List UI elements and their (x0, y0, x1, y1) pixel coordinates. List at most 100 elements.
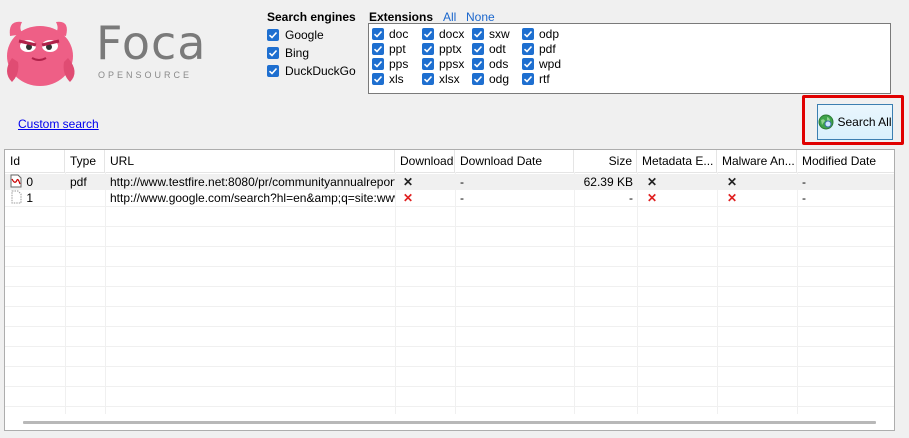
checkbox[interactable] (422, 57, 434, 70)
ext-label: docx (439, 26, 465, 41)
ext-label: ods (489, 56, 509, 71)
row-type (65, 190, 105, 206)
checkbox[interactable] (372, 42, 384, 55)
extensions-all-link[interactable]: All (443, 10, 456, 24)
ext-label: xlsx (439, 71, 460, 86)
search-all-button[interactable]: Search All (817, 104, 893, 140)
row-id: 0 (26, 175, 34, 189)
ext-ppt[interactable]: ppt (372, 41, 406, 56)
ext-odp[interactable]: odp (522, 26, 559, 41)
ext-sxw[interactable]: sxw (472, 26, 510, 41)
ext-label: pptx (439, 41, 462, 56)
row-metadata: ✕ (647, 175, 658, 189)
checkbox[interactable] (522, 57, 534, 70)
search-all-label: Search All (837, 115, 892, 129)
ext-label: ppt (389, 41, 406, 56)
ext-odt[interactable]: odt (472, 41, 506, 56)
logo-subtitle: OPENSOURCE (98, 70, 193, 80)
results-table: Id Type URL Download Download Date Size … (4, 149, 895, 431)
checkbox[interactable] (267, 65, 279, 77)
col-modified[interactable]: Modified Date (797, 150, 894, 172)
row-size: - (629, 191, 633, 205)
engine-google[interactable]: Google (267, 26, 356, 44)
ext-label: doc (389, 26, 409, 41)
foca-mascot-icon (7, 21, 75, 86)
checkbox[interactable] (472, 57, 484, 70)
checkbox[interactable] (522, 27, 534, 40)
ext-ods[interactable]: ods (472, 56, 508, 71)
col-id[interactable]: Id (5, 150, 65, 172)
checkbox[interactable] (522, 72, 534, 85)
engine-label: DuckDuckGo (285, 64, 356, 78)
row-download: ✕ (403, 175, 414, 189)
row-download: ✕ (403, 191, 414, 205)
col-metadata[interactable]: Metadata E... (637, 150, 717, 172)
ext-label: ppsx (439, 56, 465, 71)
ext-xlsx[interactable]: xlsx (422, 71, 460, 86)
ext-pdf[interactable]: pdf (522, 41, 556, 56)
ext-pptx[interactable]: pptx (422, 41, 462, 56)
ext-ppsx[interactable]: ppsx (422, 56, 464, 71)
ext-label: xls (389, 71, 404, 86)
ext-doc[interactable]: doc (372, 26, 408, 41)
custom-search-link[interactable]: Custom search (18, 117, 99, 131)
checkbox[interactable] (472, 72, 484, 85)
engine-bing[interactable]: Bing (267, 44, 356, 62)
engine-duckduckgo[interactable]: DuckDuckGo (267, 62, 356, 80)
row-malware: ✕ (727, 175, 738, 189)
checkbox[interactable] (522, 42, 534, 55)
checkbox[interactable] (372, 57, 384, 70)
checkbox[interactable] (422, 42, 434, 55)
ext-odg[interactable]: odg (472, 71, 509, 86)
col-download-date[interactable]: Download Date (455, 150, 574, 172)
checkbox[interactable] (422, 27, 434, 40)
ext-label: rtf (539, 71, 550, 86)
row-modified: - (802, 191, 806, 205)
table-header: Id Type URL Download Download Date Size … (5, 150, 894, 173)
row-download-date: - (460, 175, 464, 189)
checkbox[interactable] (472, 27, 484, 40)
checkbox[interactable] (267, 47, 279, 59)
globe-search-icon (818, 114, 834, 130)
ext-docx[interactable]: docx (422, 26, 464, 41)
row-id: 1 (26, 191, 34, 205)
row-size: 62.39 KB (583, 175, 633, 189)
ext-label: sxw (489, 26, 510, 41)
checkbox[interactable] (422, 72, 434, 85)
col-download[interactable]: Download (395, 150, 455, 172)
ext-wpd[interactable]: wpd (522, 56, 561, 71)
pdf-file-icon (10, 174, 22, 188)
ext-label: pdf (539, 41, 556, 56)
table-row[interactable]: 1 http://www.google.com/search?hl=en&amp… (5, 190, 894, 206)
search-engines-list: Google Bing DuckDuckGo (267, 26, 356, 80)
row-metadata: ✕ (647, 191, 658, 205)
extensions-list: doc docx sxw odp ppt pptx odt pdf pps pp… (368, 23, 891, 94)
col-url[interactable]: URL (105, 150, 395, 172)
checkbox[interactable] (267, 29, 279, 41)
col-type[interactable]: Type (65, 150, 105, 172)
col-size[interactable]: Size (574, 150, 637, 172)
ext-xls[interactable]: xls (372, 71, 404, 86)
extensions-none-link[interactable]: None (466, 10, 495, 24)
ext-label: odg (489, 71, 510, 86)
table-row[interactable]: 0 pdf http://www.testfire.net:8080/pr/co… (5, 174, 894, 190)
ext-label: odp (539, 26, 560, 41)
row-type: pdf (70, 175, 87, 189)
checkbox[interactable] (472, 42, 484, 55)
ext-label: wpd (539, 56, 562, 71)
blank-file-icon (11, 190, 22, 204)
engine-label: Google (285, 28, 324, 42)
logo-wordmark: Foca (96, 16, 207, 70)
extensions-title: Extensions (369, 10, 434, 24)
row-malware: ✕ (727, 191, 738, 205)
engine-label: Bing (285, 46, 310, 60)
checkbox[interactable] (372, 27, 384, 40)
ext-label: pps (389, 56, 409, 71)
row-download-date: - (460, 191, 464, 205)
ext-pps[interactable]: pps (372, 56, 408, 71)
ext-rtf[interactable]: rtf (522, 71, 550, 86)
col-malware[interactable]: Malware An... (717, 150, 797, 172)
ext-label: odt (489, 41, 506, 56)
horizontal-scrollbar[interactable] (23, 421, 876, 424)
checkbox[interactable] (372, 72, 384, 85)
